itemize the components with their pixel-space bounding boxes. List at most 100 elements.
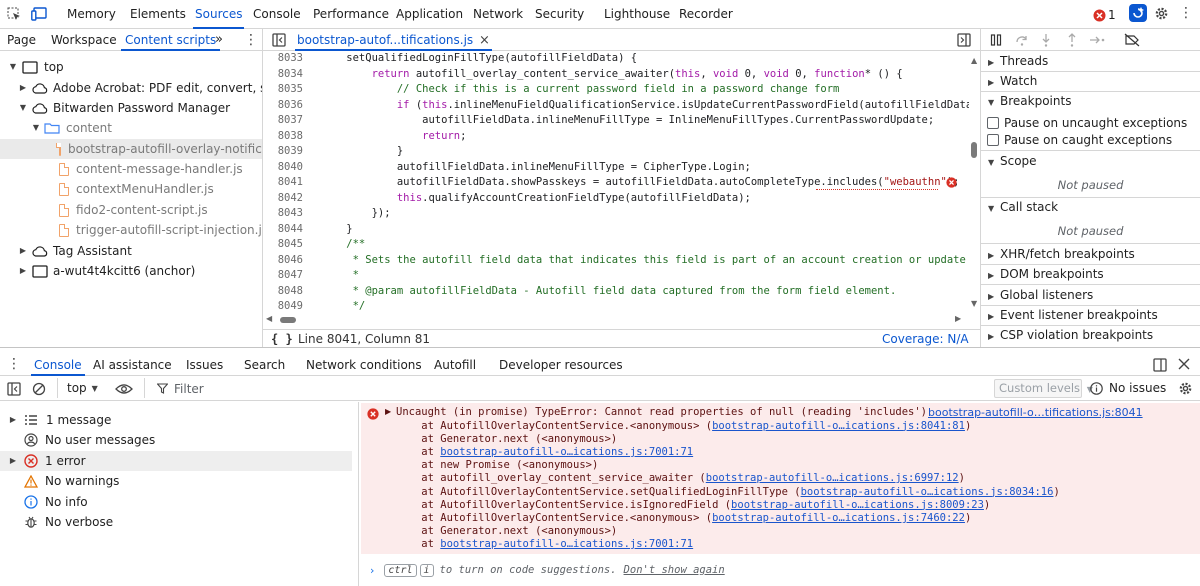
scrollbar-thumb[interactable] (971, 142, 977, 158)
tab-elements[interactable]: Elements (130, 0, 186, 29)
code-line[interactable]: }); (321, 206, 391, 222)
hscrollbar-thumb[interactable] (280, 317, 296, 323)
tree-item-top[interactable]: ▼ top (8, 57, 64, 77)
stack-frame-link[interactable]: bootstrap-autofill-o…ications.js:8009:23 (731, 499, 984, 511)
horizontal-scrollbar[interactable]: ◀ ▶ (263, 313, 969, 327)
tab-application[interactable]: Application (396, 0, 463, 29)
section-breakpoints[interactable]: ▼ Breakpoints (988, 91, 1071, 111)
code-line[interactable]: // Check if this is a current password f… (321, 82, 840, 98)
stack-frame-link[interactable]: bootstrap-autofill-o…ications.js:6997:12 (706, 472, 959, 484)
section-scope[interactable]: ▼ Scope (988, 151, 1037, 171)
tab-security[interactable]: Security (535, 0, 584, 29)
tree-item-file[interactable]: fido2-content-script.js (59, 200, 208, 220)
clear-console-icon[interactable] (32, 382, 46, 396)
pretty-print-button[interactable]: { } (271, 332, 293, 346)
tree-item-adobe[interactable]: ▶ Adobe Acrobat: PDF edit, convert, sign… (18, 78, 296, 98)
step-out-icon[interactable] (1067, 33, 1077, 47)
stack-frame-link[interactable]: bootstrap-autofill-o…ications.js:7001:71 (440, 446, 693, 458)
tab-page[interactable]: Page (7, 29, 36, 51)
drawer-tab-search[interactable]: Search (244, 354, 285, 376)
live-expression-eye-icon[interactable] (115, 382, 133, 396)
tab-console[interactable]: Console (253, 0, 301, 29)
sidebar-item-messages[interactable]: ▶ 1 message (8, 410, 111, 430)
sidebar-item-user-messages[interactable]: No user messages (24, 430, 155, 450)
code-line[interactable]: * Sets the autofill field data that indi… (321, 253, 969, 269)
issues-counter[interactable]: No issues (1090, 381, 1166, 395)
tree-item-anchor-frame[interactable]: ▶ a-wut4t4kcitt6 (anchor) (18, 261, 195, 281)
close-drawer-icon[interactable] (1177, 357, 1191, 371)
pause-icon[interactable] (990, 34, 1002, 46)
code-line[interactable]: * (321, 268, 359, 284)
code-line[interactable]: } (321, 222, 352, 238)
console-filter-input[interactable]: Filter (157, 380, 987, 397)
toggle-navigator-icon[interactable] (272, 33, 286, 47)
section-watch[interactable]: ▶ Watch (988, 71, 1037, 91)
section-global-listeners[interactable]: ▶ Global listeners (988, 285, 1093, 305)
step-over-icon[interactable] (1015, 34, 1029, 46)
toggle-debugger-icon[interactable] (957, 33, 971, 47)
console-error-message[interactable]: ▶ Uncaught (in promise) TypeError: Canno… (361, 403, 1200, 554)
code-line[interactable]: * @param autofillFieldData - Autofill fi… (321, 284, 897, 300)
drawer-tab-issues[interactable]: Issues (186, 354, 223, 376)
tree-item-file[interactable]: content-message-handler.js (59, 159, 243, 179)
section-xhr-breakpoints[interactable]: ▶ XHR/fetch breakpoints (988, 244, 1135, 264)
section-threads[interactable]: ▶ Threads (988, 51, 1048, 71)
code-line[interactable]: return; (321, 129, 466, 145)
drawer-tab-console[interactable]: Console (31, 354, 85, 376)
tab-recorder[interactable]: Recorder (679, 0, 733, 29)
code-line[interactable]: /** (321, 237, 365, 253)
sidebar-item-warnings[interactable]: No warnings (24, 471, 119, 491)
drawer-divider[interactable] (0, 347, 1200, 348)
pause-caught-checkbox[interactable]: Pause on caught exceptions (987, 130, 1172, 150)
ai-assistance-icon[interactable] (1129, 4, 1147, 22)
drawer-tab-network-conditions[interactable]: Network conditions (306, 354, 422, 376)
dont-show-again-link[interactable]: Don't show again (624, 564, 725, 576)
stack-frame-link[interactable]: bootstrap-autofill-o…ications.js:8041:81 (712, 420, 965, 432)
more-tabs-button[interactable]: » (215, 29, 223, 51)
navigator-menu-icon[interactable]: ⋮ (244, 29, 258, 51)
stack-frame-link[interactable]: bootstrap-autofill-o…ications.js:8034:16 (801, 486, 1054, 498)
dock-drawer-icon[interactable] (1153, 358, 1167, 372)
drawer-tab-ai-assistance[interactable]: AI assistance (93, 354, 172, 376)
settings-gear-icon[interactable] (1154, 6, 1169, 21)
tree-item-file-selected[interactable]: bootstrap-autofill-overlay-notifica... (0, 139, 281, 159)
code-editor[interactable]: setQualifiedLoginFillType(autofillFieldD… (263, 51, 969, 313)
step-icon[interactable] (1089, 34, 1107, 46)
error-source-link[interactable]: bootstrap-autofill-o…tifications.js:8041 (928, 406, 1143, 419)
tab-performance[interactable]: Performance (313, 0, 389, 29)
tree-item-file[interactable]: trigger-autofill-script-injection.js (59, 220, 268, 240)
section-call-stack[interactable]: ▼ Call stack (988, 197, 1058, 217)
scroll-up-icon[interactable]: ▲ (971, 56, 977, 65)
close-tab-icon[interactable]: × (479, 33, 490, 48)
console-settings-gear-icon[interactable] (1178, 381, 1193, 396)
sidebar-item-info[interactable]: No info (24, 492, 88, 512)
tab-memory[interactable]: Memory (67, 0, 116, 29)
code-line[interactable]: setQualifiedLoginFillType(autofillFieldD… (321, 51, 637, 67)
tab-workspace[interactable]: Workspace (51, 29, 117, 51)
code-line[interactable]: return autofill_overlay_content_service_… (321, 67, 903, 83)
tree-item-bitwarden[interactable]: ▼ Bitwarden Password Manager (18, 98, 230, 118)
editor-file-tab[interactable]: bootstrap-autof...tifications.js × (295, 29, 492, 51)
sidebar-item-errors[interactable]: ▶ 1 error (0, 451, 352, 471)
tab-network[interactable]: Network (473, 0, 523, 29)
tree-item-content-folder[interactable]: ▼ content (31, 118, 112, 138)
stack-frame-link[interactable]: bootstrap-autofill-o…ications.js:7001:71 (440, 538, 693, 550)
device-toolbar-icon[interactable] (31, 7, 47, 21)
tree-item-tag-assistant[interactable]: ▶ Tag Assistant (18, 241, 132, 261)
console-sidebar-toggle-icon[interactable] (7, 382, 21, 396)
scroll-left-icon[interactable]: ◀ (266, 314, 272, 323)
vertical-scrollbar[interactable]: ▲ ▼ (969, 51, 980, 313)
code-line[interactable]: autofillFieldData.inlineMenuFillType = I… (321, 113, 934, 129)
code-line[interactable]: } (321, 144, 403, 160)
stack-frame-link[interactable]: bootstrap-autofill-o…ications.js:7460:22 (712, 512, 965, 524)
inspect-element-icon[interactable] (7, 7, 21, 21)
drawer-tab-autofill[interactable]: Autofill (434, 354, 476, 376)
code-line[interactable]: this.qualifyAccountCreationFieldType(aut… (321, 191, 751, 207)
tree-item-file[interactable]: contextMenuHandler.js (59, 179, 214, 199)
code-line[interactable]: */ (321, 299, 366, 313)
step-into-icon[interactable] (1041, 33, 1051, 47)
tab-lighthouse[interactable]: Lighthouse (604, 0, 670, 29)
sidebar-item-verbose[interactable]: No verbose (24, 512, 113, 532)
code-line[interactable]: autofillFieldData.inlineMenuFillType = C… (321, 160, 751, 176)
console-prompt[interactable]: › ctrl i to turn on code suggestions. Do… (361, 558, 1200, 582)
